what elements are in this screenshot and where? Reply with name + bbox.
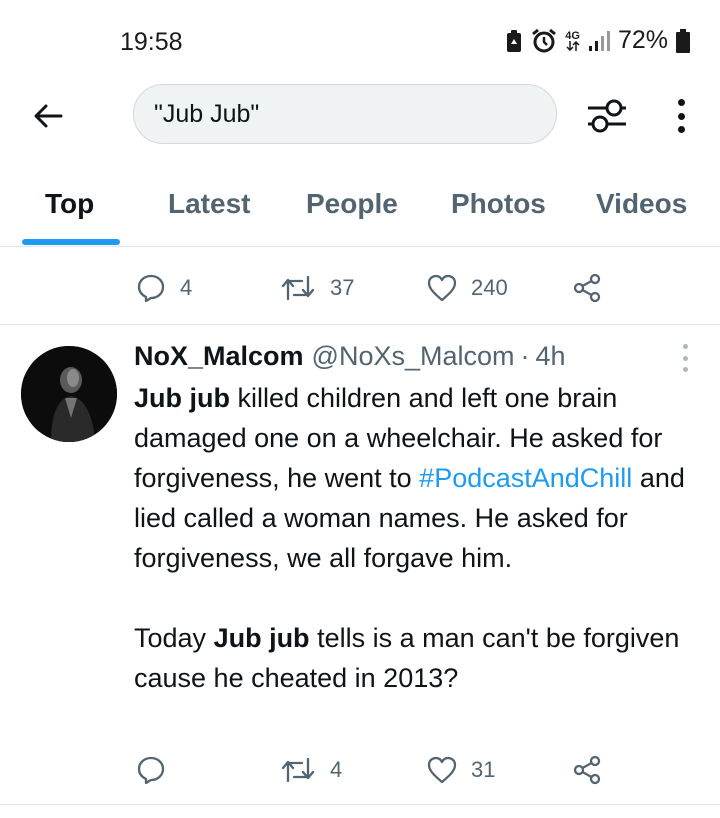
active-tab-indicator — [22, 239, 120, 245]
reply-button[interactable] — [136, 750, 180, 790]
previous-tweet-actions: 4 37 240 — [0, 268, 720, 308]
tab-top[interactable]: Top — [45, 188, 94, 220]
battery-icon — [676, 28, 690, 53]
filter-sliders-icon — [588, 99, 626, 133]
tab-latest[interactable]: Latest — [168, 188, 250, 220]
status-time: 19:58 — [120, 28, 183, 56]
retweet-icon — [281, 275, 315, 301]
like-count: 31 — [471, 757, 496, 782]
reply-button[interactable]: 4 — [136, 268, 192, 308]
retweet-count: 4 — [330, 757, 343, 782]
retweet-button[interactable]: 37 — [280, 268, 354, 308]
search-input[interactable]: "Jub Jub" — [133, 84, 557, 144]
search-filter-button[interactable] — [586, 96, 628, 136]
bold-keyword: Jub jub — [134, 383, 230, 413]
tweet-timestamp: 4h — [535, 341, 566, 371]
hashtag-link[interactable]: #PodcastAndChill — [419, 463, 632, 493]
status-bar: 19:58 4G 72% — [0, 0, 720, 84]
avatar[interactable] — [21, 346, 117, 442]
tweet-text-segment: Today — [134, 623, 214, 653]
like-count: 240 — [471, 275, 508, 300]
reply-icon — [137, 756, 165, 785]
network-label: 4G — [565, 29, 580, 42]
tweet-header: NoX_Malcom @NoXs_Malcom · 4h — [134, 341, 566, 375]
back-button[interactable] — [30, 98, 66, 134]
more-vertical-icon — [677, 99, 685, 106]
retweet-count: 37 — [330, 275, 355, 300]
tweet-menu-button[interactable] — [678, 344, 692, 372]
alarm-icon — [532, 28, 557, 52]
search-query: "Jub Jub" — [154, 99, 260, 128]
search-tabs: Top Latest People Photos Videos — [0, 170, 720, 247]
signal-icon — [588, 30, 610, 51]
header-separator: · — [520, 341, 530, 371]
tab-videos[interactable]: Videos — [596, 188, 687, 220]
avatar-image — [21, 346, 117, 442]
battery-percent: 72% — [617, 26, 668, 54]
tab-people[interactable]: People — [306, 188, 398, 220]
share-button[interactable] — [572, 268, 602, 308]
back-arrow-icon — [34, 104, 63, 128]
heart-icon — [427, 756, 457, 784]
more-vertical-icon — [682, 344, 688, 349]
user-handle[interactable]: @NoXs_Malcom — [312, 341, 515, 372]
network-4g-icon: 4G — [565, 29, 580, 51]
tweet-actions: 4 31 — [0, 750, 720, 790]
like-button[interactable]: 240 — [427, 268, 508, 308]
bold-keyword: Jub jub — [213, 623, 310, 653]
retweet-button[interactable]: 4 — [280, 750, 342, 790]
battery-saver-icon — [507, 29, 522, 52]
status-icons: 4G 72% — [505, 26, 690, 55]
share-icon — [573, 755, 601, 785]
more-options-button[interactable] — [670, 96, 692, 136]
reply-count: 4 — [180, 275, 193, 300]
share-icon — [573, 273, 601, 303]
heart-icon — [427, 274, 457, 302]
like-button[interactable]: 31 — [427, 750, 495, 790]
search-header: "Jub Jub" — [0, 84, 720, 146]
tab-photos[interactable]: Photos — [451, 188, 546, 220]
display-name[interactable]: NoX_Malcom — [134, 341, 304, 372]
tweet-text: Jub jub killed children and left one bra… — [134, 378, 704, 698]
tweet-divider — [0, 804, 720, 805]
tweet[interactable]: NoX_Malcom @NoXs_Malcom · 4h Jub jub kil… — [0, 326, 720, 802]
share-button[interactable] — [572, 750, 602, 790]
reply-icon — [137, 274, 165, 303]
tweet-divider — [0, 324, 720, 325]
retweet-icon — [281, 757, 315, 783]
